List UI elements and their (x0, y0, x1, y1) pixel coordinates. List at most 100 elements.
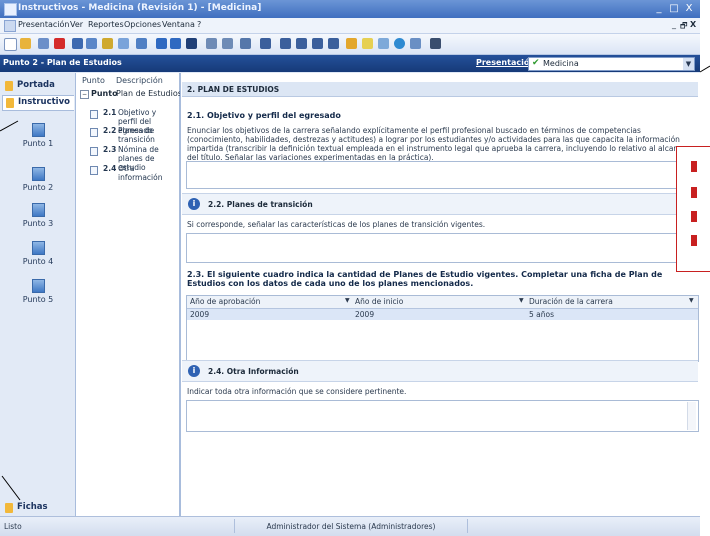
edit-icon[interactable] (38, 38, 49, 49)
last-record-icon[interactable] (312, 38, 323, 49)
tree-root-desc: Plan de Estudios (116, 89, 182, 98)
callout-mark (691, 211, 697, 222)
tree-item-desc: Planes de transición (118, 126, 155, 144)
list-view-icon[interactable] (170, 38, 181, 49)
table-view-icon[interactable] (186, 38, 197, 49)
grid-header-ano-aprobacion[interactable]: Año de aprobación (190, 297, 260, 306)
collapse-icon[interactable]: − (80, 90, 89, 99)
section-2-1-title: 2.1. Objetivo y perfil del egresado (187, 111, 341, 120)
cell-ano-inicio: 2009 (355, 310, 375, 319)
presentation-select[interactable]: ✔ Medicina ▼ (528, 57, 695, 71)
menu-reportes[interactable]: Reportes (88, 20, 124, 29)
print-icon[interactable] (86, 38, 97, 49)
next-record-icon[interactable] (296, 38, 307, 49)
section-2-1-text: Enunciar los objetivos de la carrera señ… (187, 126, 687, 162)
section-2-1-textbox[interactable] (186, 161, 699, 189)
grid-header-duracion[interactable]: Duración de la carrera (529, 297, 613, 306)
info-icon[interactable]: i (188, 365, 200, 377)
application-window: Instructivos - Medicina (Revisión 1) - [… (0, 0, 701, 536)
refresh-icon[interactable] (328, 38, 339, 49)
document-icon (32, 123, 45, 137)
nav-punto-4[interactable]: Punto 4 (20, 241, 56, 277)
tree-item-num: 2.3 (103, 145, 117, 154)
maximize-button[interactable]: □ (667, 2, 681, 15)
delete-icon[interactable] (54, 38, 65, 49)
document-icon (32, 167, 45, 181)
minimize-button[interactable]: _ (652, 2, 666, 15)
nav-punto-3[interactable]: Punto 3 (20, 203, 56, 239)
nav-portada[interactable]: Portada (2, 79, 73, 93)
menu-ver[interactable]: Ver (70, 20, 83, 29)
folder-icon (5, 503, 13, 513)
nav-fichas[interactable]: Fichas (2, 501, 73, 515)
sort-desc-icon[interactable] (222, 38, 233, 49)
callout-mark (691, 161, 697, 172)
nav-instructivo-label: Instructivo (18, 97, 70, 107)
grid-view-icon[interactable] (156, 38, 167, 49)
chevron-down-icon[interactable]: ▼ (345, 297, 350, 304)
menu-bar: Presentación Ver Reportes Opciones Venta… (0, 18, 700, 34)
menu-ventana[interactable]: Ventana (162, 20, 195, 29)
globe-icon[interactable] (394, 38, 405, 49)
doc-close-button[interactable]: X (690, 20, 696, 29)
menu-opciones[interactable]: Opciones (124, 20, 161, 29)
status-user: Administrador del Sistema (Administrador… (266, 522, 436, 531)
nav-punto-2[interactable]: Punto 2 (20, 167, 56, 203)
new-icon[interactable] (4, 38, 17, 51)
document-icon (90, 166, 98, 175)
chevron-down-icon[interactable]: ▼ (683, 58, 694, 70)
chevron-down-icon[interactable]: ▼ (689, 297, 694, 304)
presentation-value: Medicina (543, 59, 579, 68)
tree-item-num: 2.4 (103, 164, 117, 173)
document-icon[interactable] (4, 20, 16, 32)
chart-icon[interactable] (378, 38, 389, 49)
section-2-2-text: Si corresponde, señalar las característi… (187, 220, 486, 229)
doc-restore-button[interactable]: 🗗 (680, 20, 688, 34)
panel-title: Punto 2 - Plan de Estudios (3, 58, 122, 67)
section-2-2-title: 2.2. Planes de transición (208, 200, 313, 209)
chevron-down-icon[interactable]: ▼ (519, 297, 524, 304)
document-icon (90, 128, 98, 137)
find-icon[interactable] (240, 38, 251, 49)
open-icon[interactable] (20, 38, 31, 49)
close-button[interactable]: X (682, 2, 696, 15)
document-icon (32, 279, 45, 293)
filter-icon[interactable] (118, 38, 129, 49)
nav-punto-5-label: Punto 5 (22, 295, 54, 304)
first-record-icon[interactable] (260, 38, 271, 49)
settings-icon[interactable] (430, 38, 441, 49)
panel-header: Punto 2 - Plan de Estudios Presentación:… (0, 55, 700, 72)
cell-duracion: 5 años (529, 310, 555, 319)
light-icon[interactable] (362, 38, 373, 49)
prev-record-icon[interactable] (280, 38, 291, 49)
section-2-4-textbox[interactable] (186, 400, 699, 432)
table-row[interactable]: 2009 2009 5 años (187, 309, 698, 320)
folder-icon (6, 98, 14, 108)
tools-icon[interactable] (346, 38, 357, 49)
nav-instructivo[interactable]: Instructivo (2, 95, 74, 111)
menu-help[interactable]: ? (197, 20, 201, 29)
section-2-2-textbox[interactable] (186, 233, 699, 263)
status-left: Listo (4, 522, 22, 531)
scrollbar[interactable] (687, 402, 696, 430)
nav-punto-1[interactable]: Punto 1 (20, 123, 56, 159)
info-icon[interactable]: i (188, 198, 200, 210)
section-2-4-header: i 2.4. Otra Información (182, 360, 698, 382)
section-2-2-header: i 2.2. Planes de transición (182, 193, 698, 215)
nav-punto-5[interactable]: Punto 5 (20, 279, 56, 315)
save-icon[interactable] (72, 38, 83, 49)
sort-asc-icon[interactable] (206, 38, 217, 49)
report-icon[interactable] (102, 38, 113, 49)
nav-punto-1-label: Punto 1 (22, 139, 54, 148)
doc-minimize-button[interactable]: _ (672, 20, 676, 29)
export-icon[interactable] (410, 38, 421, 49)
section-header: 2. PLAN DE ESTUDIOS (182, 82, 698, 97)
grid-header-ano-inicio[interactable]: Año de inicio (355, 297, 403, 306)
content-panel: 2. PLAN DE ESTUDIOS 2.1. Objetivo y perf… (180, 73, 701, 516)
outline-tree: Punto Descripción − Punto Plan de Estudi… (76, 73, 182, 516)
sort-icon[interactable] (136, 38, 147, 49)
section-2-4-text: Indicar toda otra información que se con… (187, 387, 407, 396)
menu-presentacion[interactable]: Presentación (18, 20, 70, 29)
section-title: 2. PLAN DE ESTUDIOS (187, 85, 280, 94)
cell-ano-aprobacion: 2009 (190, 310, 210, 319)
